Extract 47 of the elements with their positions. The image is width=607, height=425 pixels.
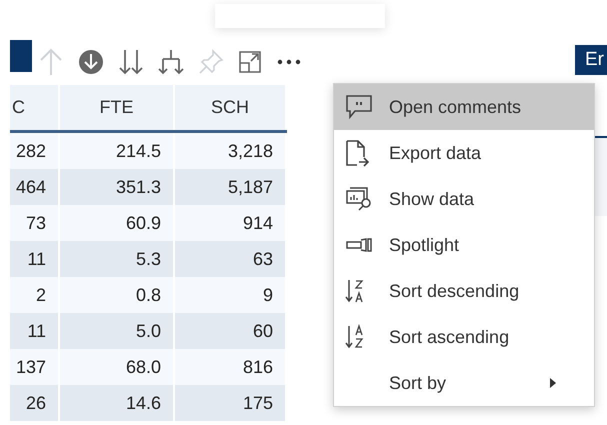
table-cell: 214.5 xyxy=(60,133,175,169)
table-cell: 63 xyxy=(175,241,287,277)
menu-item[interactable]: Export data xyxy=(334,130,594,176)
hierarchy-down-icon[interactable] xyxy=(158,48,184,76)
table-cell: 5.0 xyxy=(60,313,175,349)
table-cell: 3,218 xyxy=(175,133,287,169)
more-options-icon[interactable] xyxy=(276,58,302,66)
table-cell: 11 xyxy=(10,313,60,349)
table-cell: 816 xyxy=(175,349,287,385)
table-cell: 2 xyxy=(10,277,60,313)
menu-item[interactable]: Show data xyxy=(334,176,594,222)
document-arrow-icon xyxy=(345,139,369,167)
column-header[interactable]: SCH xyxy=(175,85,287,130)
menu-item[interactable]: Open comments xyxy=(334,84,594,130)
sort-ascending-icon xyxy=(345,324,365,350)
table-cell: 26 xyxy=(10,385,60,421)
menu-item[interactable]: Sort ascending xyxy=(334,314,594,360)
menu-item[interactable]: Sort by xyxy=(334,360,594,406)
table-cell: 60.9 xyxy=(60,205,175,241)
table-cell: 14.6 xyxy=(60,385,175,421)
column-header[interactable]: FTE xyxy=(60,85,175,130)
flashlight-icon xyxy=(345,237,373,253)
down-arrow-circle-icon[interactable] xyxy=(78,49,104,75)
double-down-arrow-icon[interactable] xyxy=(118,48,144,76)
comment-icon xyxy=(345,94,373,120)
visual-title: Er xyxy=(585,48,604,72)
table-cell: 137 xyxy=(10,349,60,385)
focus-mode-icon[interactable] xyxy=(238,50,262,74)
table-cell: 914 xyxy=(175,205,287,241)
table-cell: 282 xyxy=(10,133,60,169)
table-cell: 11 xyxy=(10,241,60,277)
visual-header-accent xyxy=(10,40,32,72)
table-cell: 175 xyxy=(175,385,287,421)
data-magnifier-icon xyxy=(345,186,373,212)
table-cell: 0.8 xyxy=(60,277,175,313)
table-cell: 5,187 xyxy=(175,169,287,205)
table-cell: 60 xyxy=(175,313,287,349)
table-cell: 464 xyxy=(10,169,60,205)
sort-descending-icon xyxy=(345,278,365,304)
table-cell: 5.3 xyxy=(60,241,175,277)
table-cell: 68.0 xyxy=(60,349,175,385)
menu-item[interactable]: Spotlight xyxy=(334,222,594,268)
menu-item[interactable]: Sort descending xyxy=(334,268,594,314)
table-cell: 351.3 xyxy=(60,169,175,205)
column-header[interactable]: C xyxy=(10,85,60,130)
table-cell: 9 xyxy=(175,277,287,313)
table-cell: 73 xyxy=(10,205,60,241)
